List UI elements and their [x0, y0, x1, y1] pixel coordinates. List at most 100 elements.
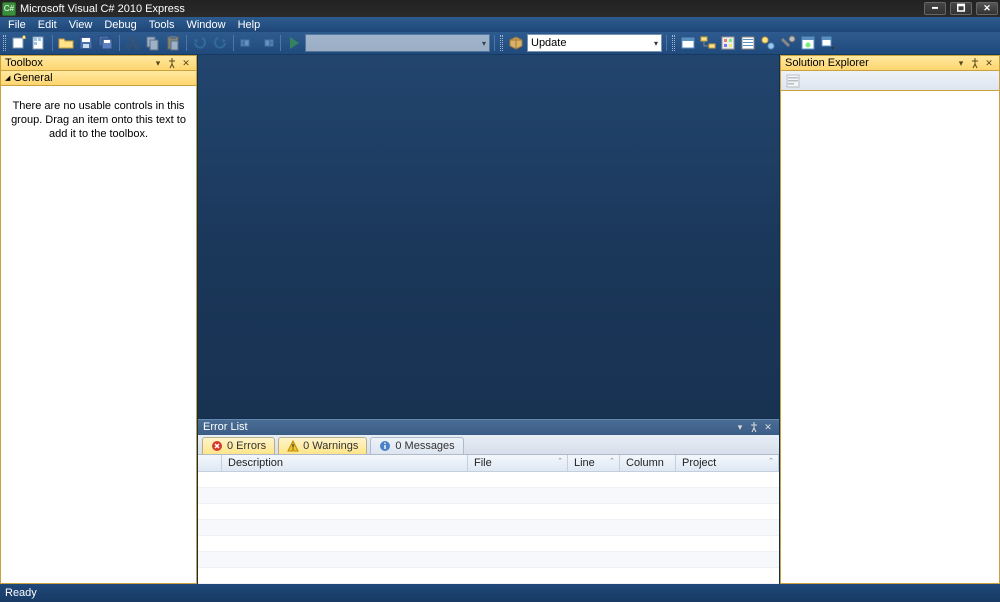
solution-explorer-dropdown-icon[interactable]: ▾ [955, 57, 967, 69]
cut-button[interactable] [124, 34, 142, 52]
document-area [198, 55, 779, 418]
table-row [198, 536, 779, 552]
tb-misc-8-dd[interactable] [819, 34, 837, 52]
toolbox-header[interactable]: Toolbox ▾ ✕ [0, 55, 197, 71]
col-icon[interactable] [198, 455, 222, 471]
redo-button[interactable] [211, 34, 229, 52]
save-button[interactable] [77, 34, 95, 52]
error-list-rows [198, 472, 779, 584]
pin-icon[interactable] [748, 421, 760, 433]
window-title: Microsoft Visual C# 2010 Express [20, 3, 185, 15]
table-row [198, 472, 779, 488]
close-pane-icon[interactable]: ✕ [762, 421, 774, 433]
tb-misc-5[interactable] [759, 34, 777, 52]
tb-misc-4[interactable] [739, 34, 757, 52]
windows-dd-icon [820, 35, 836, 51]
open-file-button[interactable] [57, 34, 75, 52]
tab-warnings-label: 0 Warnings [303, 440, 358, 452]
menu-window[interactable]: Window [180, 19, 231, 31]
package-icon [508, 35, 524, 51]
pin-icon[interactable] [166, 57, 178, 69]
start-debug-button[interactable] [285, 34, 303, 52]
menu-edit[interactable]: Edit [32, 19, 63, 31]
maximize-button[interactable]: 🗖 [950, 2, 972, 15]
toolbox-category-general[interactable]: General [1, 71, 196, 86]
close-pane-icon[interactable]: ✕ [983, 57, 995, 69]
app-icon: C# [2, 2, 16, 16]
scissors-icon [125, 35, 141, 51]
menu-tools[interactable]: Tools [143, 19, 181, 31]
info-icon [379, 440, 391, 452]
menu-view[interactable]: View [63, 19, 99, 31]
col-file-label: File [474, 457, 492, 469]
tb-misc-3[interactable] [719, 34, 737, 52]
toolbox-panel: Toolbox ▾ ✕ General There are no usable … [0, 55, 198, 584]
warning-icon [287, 440, 299, 452]
save-all-button[interactable] [97, 34, 115, 52]
solution-explorer-title: Solution Explorer [785, 57, 869, 69]
col-description-label: Description [228, 457, 283, 469]
minimize-button[interactable]: ━ [924, 2, 946, 15]
close-pane-icon[interactable]: ✕ [180, 57, 192, 69]
pin-icon[interactable] [969, 57, 981, 69]
add-item-button[interactable] [30, 34, 48, 52]
undo-icon [192, 35, 208, 51]
nav-fwd-icon [259, 35, 275, 51]
properties-icon [740, 35, 756, 51]
toolbar-grip-2[interactable] [500, 35, 503, 51]
copy-button[interactable] [144, 34, 162, 52]
titlebar: C# Microsoft Visual C# 2010 Express ━ 🗖 … [0, 0, 1000, 17]
toolbar: ▾ Update ▾ [0, 32, 1000, 55]
navigate-fwd-button[interactable] [258, 34, 276, 52]
chevron-down-icon: ▾ [482, 39, 486, 48]
toolbar-grip-3[interactable] [672, 35, 675, 51]
start-page-icon [800, 35, 816, 51]
find-combo[interactable]: Update ▾ [527, 34, 662, 52]
sort-indicator-icon: ⌃ [609, 457, 615, 465]
toolbar-grip[interactable] [3, 35, 6, 51]
menu-debug[interactable]: Debug [98, 19, 142, 31]
close-button[interactable]: ✕ [976, 2, 998, 15]
tb-misc-1[interactable] [679, 34, 697, 52]
solution-explorer-panel: Solution Explorer ▾ ✕ [779, 55, 1000, 584]
floppy-icon [78, 35, 94, 51]
configuration-combo[interactable]: ▾ [305, 34, 490, 52]
paste-button[interactable] [164, 34, 182, 52]
center-area: Error List ▾ ✕ 0 Errors 0 Warnings [198, 55, 779, 584]
new-project-button[interactable] [10, 34, 28, 52]
undo-button[interactable] [191, 34, 209, 52]
copy-icon [145, 35, 161, 51]
col-line-label: Line [574, 457, 595, 469]
col-description[interactable]: Description [222, 455, 468, 471]
toolbox-dropdown-icon[interactable]: ▾ [152, 57, 164, 69]
tb-misc-2[interactable] [699, 34, 717, 52]
solution-explorer-toolbar [780, 71, 1000, 91]
object-browser-icon [760, 35, 776, 51]
solution-explorer-header[interactable]: Solution Explorer ▾ ✕ [780, 55, 1000, 71]
col-line[interactable]: Line ⌃ [568, 455, 620, 471]
tb-misc-6[interactable] [779, 34, 797, 52]
col-column[interactable]: Column [620, 455, 676, 471]
tb-misc-7[interactable] [799, 34, 817, 52]
menu-help[interactable]: Help [232, 19, 267, 31]
toolbox-body: General There are no usable controls in … [0, 71, 197, 584]
workarea: Toolbox ▾ ✕ General There are no usable … [0, 55, 1000, 584]
error-list-dropdown-icon[interactable]: ▾ [734, 421, 746, 433]
tab-errors[interactable]: 0 Errors [202, 437, 275, 455]
properties-icon [785, 73, 801, 89]
add-item-icon [31, 35, 47, 51]
col-project-label: Project [682, 457, 716, 469]
toolbox-icon [780, 35, 796, 51]
tab-warnings[interactable]: 0 Warnings [278, 437, 367, 455]
sort-indicator-icon: ⌃ [557, 457, 563, 465]
navigate-back-button[interactable] [238, 34, 256, 52]
folder-open-icon [58, 35, 74, 51]
col-project[interactable]: Project⌃ [676, 455, 779, 471]
toolbox-title: Toolbox [5, 57, 43, 69]
extension-manager-button[interactable] [507, 34, 525, 52]
col-file[interactable]: File ⌃ [468, 455, 568, 471]
tab-messages[interactable]: 0 Messages [370, 437, 463, 455]
menu-file[interactable]: File [2, 19, 32, 31]
error-list-header[interactable]: Error List ▾ ✕ [198, 419, 779, 435]
solex-properties-button[interactable] [784, 72, 802, 90]
